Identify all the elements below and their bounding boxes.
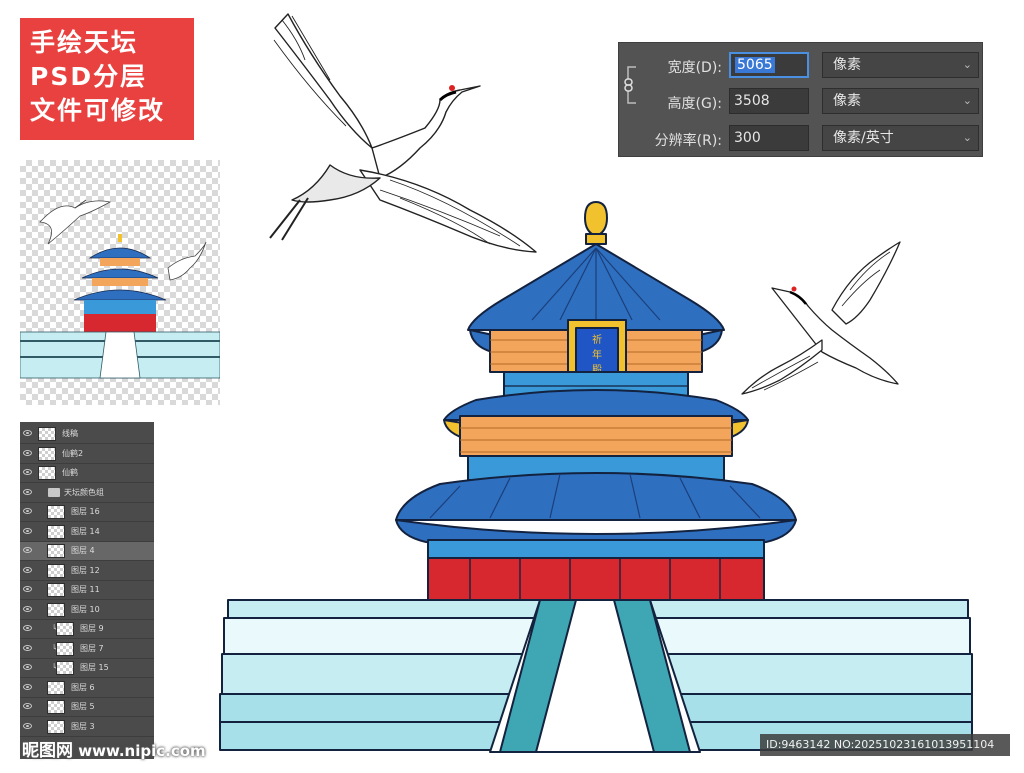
watermark-id: ID:9463142 NO:20251023161013951104 [760,734,1010,756]
crane-right [741,241,901,395]
crane-large [269,13,537,253]
main-illustration: 祈 年 殿 [219,13,973,753]
temple-plaque-char-1: 祈 [592,334,602,346]
watermark-left: 昵图网 www.nipic.com [22,736,206,761]
temple-plaque-char-2: 年 [592,348,602,361]
watermark-logo: 昵图网 [22,741,73,761]
watermark-url: www.nipic.com [78,742,206,760]
